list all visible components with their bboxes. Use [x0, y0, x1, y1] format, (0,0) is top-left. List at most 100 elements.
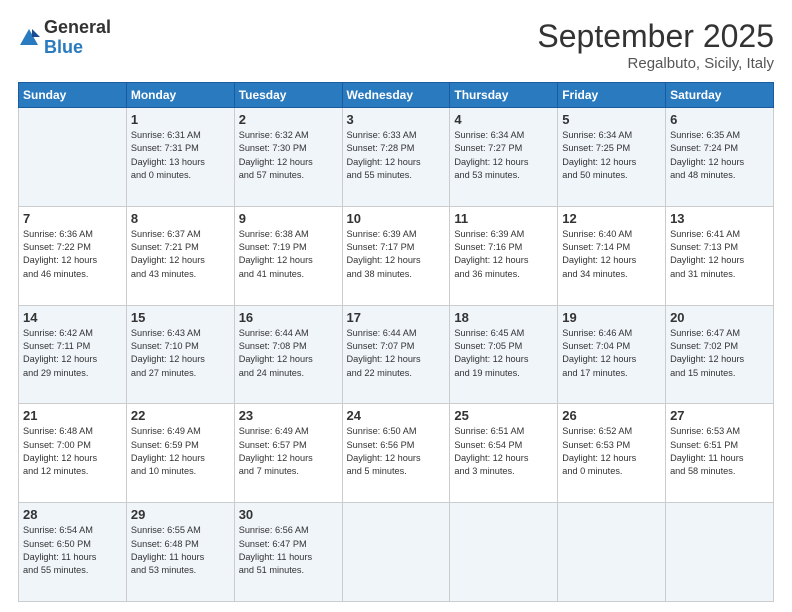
day-info: Sunrise: 6:49 AMSunset: 6:59 PMDaylight:…	[131, 425, 230, 478]
day-number: 5	[562, 112, 661, 127]
col-header-thursday: Thursday	[450, 83, 558, 108]
day-cell: 4 Sunrise: 6:34 AMSunset: 7:27 PMDaylight…	[450, 108, 558, 207]
day-number: 12	[562, 211, 661, 226]
page: General Blue September 2025 Regalbuto, S…	[0, 0, 792, 612]
day-info: Sunrise: 6:33 AMSunset: 7:28 PMDaylight:…	[347, 129, 446, 182]
day-number: 24	[347, 408, 446, 423]
day-info: Sunrise: 6:37 AMSunset: 7:21 PMDaylight:…	[131, 228, 230, 281]
day-cell: 7 Sunrise: 6:36 AMSunset: 7:22 PMDaylight…	[19, 206, 127, 305]
day-info: Sunrise: 6:49 AMSunset: 6:57 PMDaylight:…	[239, 425, 338, 478]
day-cell	[666, 503, 774, 602]
day-cell: 30 Sunrise: 6:56 AMSunset: 6:47 PMDayligh…	[234, 503, 342, 602]
day-number: 21	[23, 408, 122, 423]
week-row-5: 28 Sunrise: 6:54 AMSunset: 6:50 PMDayligh…	[19, 503, 774, 602]
day-cell: 25 Sunrise: 6:51 AMSunset: 6:54 PMDayligh…	[450, 404, 558, 503]
day-info: Sunrise: 6:34 AMSunset: 7:27 PMDaylight:…	[454, 129, 553, 182]
week-row-4: 21 Sunrise: 6:48 AMSunset: 7:00 PMDayligh…	[19, 404, 774, 503]
day-number: 4	[454, 112, 553, 127]
day-number: 2	[239, 112, 338, 127]
day-cell: 19 Sunrise: 6:46 AMSunset: 7:04 PMDayligh…	[558, 305, 666, 404]
day-cell: 5 Sunrise: 6:34 AMSunset: 7:25 PMDaylight…	[558, 108, 666, 207]
week-row-1: 1 Sunrise: 6:31 AMSunset: 7:31 PMDaylight…	[19, 108, 774, 207]
day-info: Sunrise: 6:45 AMSunset: 7:05 PMDaylight:…	[454, 327, 553, 380]
day-cell: 16 Sunrise: 6:44 AMSunset: 7:08 PMDayligh…	[234, 305, 342, 404]
col-header-monday: Monday	[126, 83, 234, 108]
day-number: 1	[131, 112, 230, 127]
day-number: 30	[239, 507, 338, 522]
day-info: Sunrise: 6:42 AMSunset: 7:11 PMDaylight:…	[23, 327, 122, 380]
day-info: Sunrise: 6:56 AMSunset: 6:47 PMDaylight:…	[239, 524, 338, 577]
logo-text: General Blue	[44, 18, 111, 58]
day-number: 28	[23, 507, 122, 522]
day-info: Sunrise: 6:32 AMSunset: 7:30 PMDaylight:…	[239, 129, 338, 182]
day-info: Sunrise: 6:36 AMSunset: 7:22 PMDaylight:…	[23, 228, 122, 281]
day-cell: 26 Sunrise: 6:52 AMSunset: 6:53 PMDayligh…	[558, 404, 666, 503]
day-number: 19	[562, 310, 661, 325]
day-info: Sunrise: 6:47 AMSunset: 7:02 PMDaylight:…	[670, 327, 769, 380]
day-number: 18	[454, 310, 553, 325]
day-cell: 22Sunrise: 6:49 AMSunset: 6:59 PMDayligh…	[126, 404, 234, 503]
logo-general-text: General	[44, 18, 111, 38]
day-cell: 28 Sunrise: 6:54 AMSunset: 6:50 PMDayligh…	[19, 503, 127, 602]
day-info: Sunrise: 6:54 AMSunset: 6:50 PMDaylight:…	[23, 524, 122, 577]
day-info: Sunrise: 6:34 AMSunset: 7:25 PMDaylight:…	[562, 129, 661, 182]
day-info: Sunrise: 6:53 AMSunset: 6:51 PMDaylight:…	[670, 425, 769, 478]
day-info: Sunrise: 6:44 AMSunset: 7:08 PMDaylight:…	[239, 327, 338, 380]
day-cell: 27Sunrise: 6:53 AMSunset: 6:51 PMDayligh…	[666, 404, 774, 503]
day-cell: 6Sunrise: 6:35 AMSunset: 7:24 PMDaylight…	[666, 108, 774, 207]
day-number: 8	[131, 211, 230, 226]
day-info: Sunrise: 6:31 AMSunset: 7:31 PMDaylight:…	[131, 129, 230, 182]
day-info: Sunrise: 6:41 AMSunset: 7:13 PMDaylight:…	[670, 228, 769, 281]
day-cell: 17Sunrise: 6:44 AMSunset: 7:07 PMDayligh…	[342, 305, 450, 404]
day-info: Sunrise: 6:46 AMSunset: 7:04 PMDaylight:…	[562, 327, 661, 380]
day-number: 26	[562, 408, 661, 423]
day-cell	[558, 503, 666, 602]
col-header-saturday: Saturday	[666, 83, 774, 108]
day-number: 29	[131, 507, 230, 522]
day-cell	[342, 503, 450, 602]
day-info: Sunrise: 6:43 AMSunset: 7:10 PMDaylight:…	[131, 327, 230, 380]
day-info: Sunrise: 6:48 AMSunset: 7:00 PMDaylight:…	[23, 425, 122, 478]
day-number: 3	[347, 112, 446, 127]
col-header-sunday: Sunday	[19, 83, 127, 108]
day-number: 23	[239, 408, 338, 423]
day-info: Sunrise: 6:39 AMSunset: 7:16 PMDaylight:…	[454, 228, 553, 281]
day-number: 9	[239, 211, 338, 226]
col-header-tuesday: Tuesday	[234, 83, 342, 108]
day-cell: 10 Sunrise: 6:39 AMSunset: 7:17 PMDayligh…	[342, 206, 450, 305]
day-number: 17	[347, 310, 446, 325]
day-cell: 9Sunrise: 6:38 AMSunset: 7:19 PMDaylight…	[234, 206, 342, 305]
day-cell: 29 Sunrise: 6:55 AMSunset: 6:48 PMDayligh…	[126, 503, 234, 602]
day-cell	[19, 108, 127, 207]
day-info: Sunrise: 6:35 AMSunset: 7:24 PMDaylight:…	[670, 129, 769, 182]
day-number: 11	[454, 211, 553, 226]
day-cell: 1 Sunrise: 6:31 AMSunset: 7:31 PMDaylight…	[126, 108, 234, 207]
day-cell: 11 Sunrise: 6:39 AMSunset: 7:16 PMDayligh…	[450, 206, 558, 305]
day-cell: 12 Sunrise: 6:40 AMSunset: 7:14 PMDayligh…	[558, 206, 666, 305]
month-title: September 2025	[537, 18, 774, 55]
day-cell: 18 Sunrise: 6:45 AMSunset: 7:05 PMDayligh…	[450, 305, 558, 404]
col-header-wednesday: Wednesday	[342, 83, 450, 108]
logo-blue-text: Blue	[44, 38, 111, 58]
day-cell: 8 Sunrise: 6:37 AMSunset: 7:21 PMDaylight…	[126, 206, 234, 305]
day-number: 25	[454, 408, 553, 423]
col-header-friday: Friday	[558, 83, 666, 108]
day-number: 14	[23, 310, 122, 325]
day-info: Sunrise: 6:52 AMSunset: 6:53 PMDaylight:…	[562, 425, 661, 478]
day-info: Sunrise: 6:39 AMSunset: 7:17 PMDaylight:…	[347, 228, 446, 281]
day-number: 13	[670, 211, 769, 226]
logo: General Blue	[18, 18, 111, 58]
day-info: Sunrise: 6:40 AMSunset: 7:14 PMDaylight:…	[562, 228, 661, 281]
day-number: 10	[347, 211, 446, 226]
day-cell: 3 Sunrise: 6:33 AMSunset: 7:28 PMDaylight…	[342, 108, 450, 207]
day-cell	[450, 503, 558, 602]
day-cell: 21 Sunrise: 6:48 AMSunset: 7:00 PMDayligh…	[19, 404, 127, 503]
day-info: Sunrise: 6:55 AMSunset: 6:48 PMDaylight:…	[131, 524, 230, 577]
day-number: 16	[239, 310, 338, 325]
day-info: Sunrise: 6:51 AMSunset: 6:54 PMDaylight:…	[454, 425, 553, 478]
day-number: 7	[23, 211, 122, 226]
day-cell: 20Sunrise: 6:47 AMSunset: 7:02 PMDayligh…	[666, 305, 774, 404]
day-info: Sunrise: 6:50 AMSunset: 6:56 PMDaylight:…	[347, 425, 446, 478]
day-cell: 23 Sunrise: 6:49 AMSunset: 6:57 PMDayligh…	[234, 404, 342, 503]
day-cell: 13 Sunrise: 6:41 AMSunset: 7:13 PMDayligh…	[666, 206, 774, 305]
